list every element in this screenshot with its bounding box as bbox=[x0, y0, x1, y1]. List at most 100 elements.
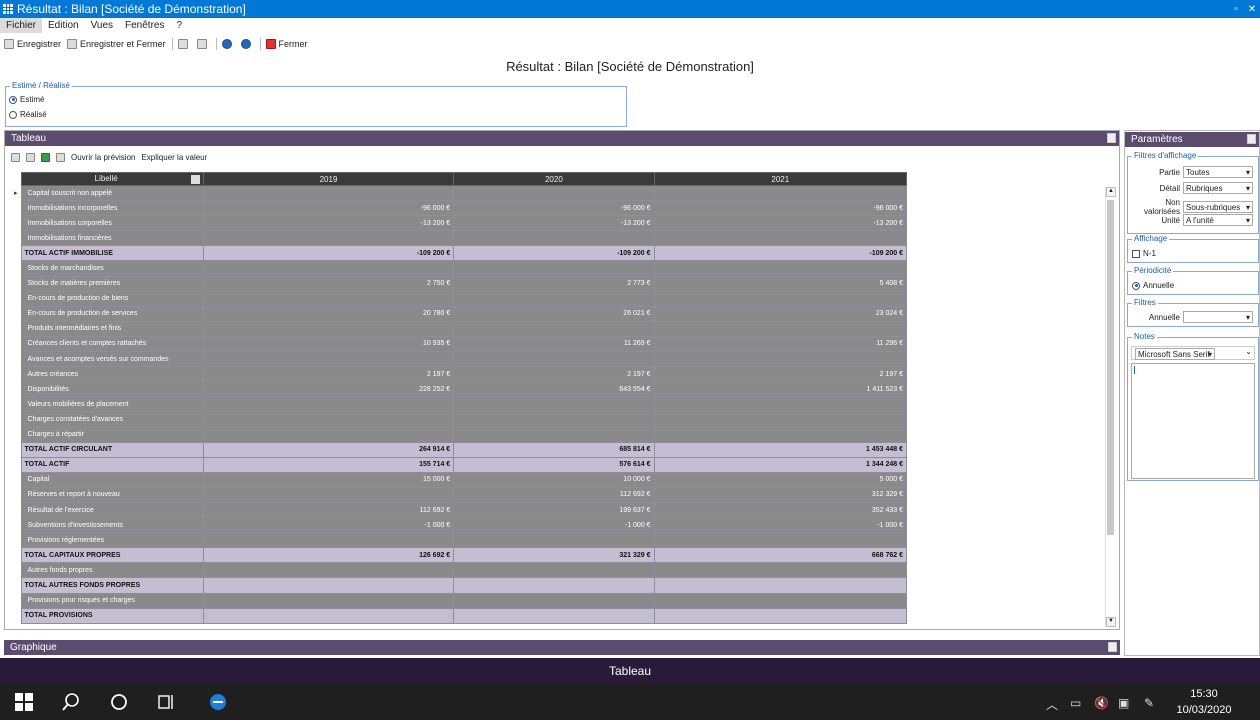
value-cell[interactable]: 112 692 € bbox=[453, 486, 655, 503]
row-label[interactable]: Stocks de marchandises bbox=[20, 260, 204, 277]
nonval-select[interactable]: Sous-rubriques bbox=[1183, 201, 1253, 213]
row-label[interactable]: Subventions d'investissements bbox=[20, 517, 204, 534]
value-cell[interactable] bbox=[653, 320, 908, 337]
scroll-up-icon[interactable]: ▲ bbox=[1106, 187, 1116, 197]
n1-checkbox[interactable] bbox=[1132, 249, 1140, 258]
row-label[interactable]: Provisions réglementées bbox=[20, 532, 204, 549]
row-selector[interactable] bbox=[11, 608, 22, 624]
table-row[interactable]: Autres créances 2 197 €2 197 €2 197 € bbox=[11, 366, 908, 383]
value-cell[interactable] bbox=[453, 290, 655, 307]
table-row[interactable]: En-cours de production de biens bbox=[11, 290, 908, 307]
value-cell[interactable]: -13 200 € bbox=[653, 215, 908, 232]
row-label[interactable]: Créances clients et comptes rattachés bbox=[20, 335, 204, 353]
explain-value-button[interactable]: Expliquer la valeur bbox=[141, 153, 207, 162]
row-label[interactable]: Avances et acomptes versés sur commandes bbox=[20, 351, 204, 368]
value-cell[interactable]: 15 000 € bbox=[202, 471, 455, 488]
value-cell[interactable]: 26 021 € bbox=[453, 305, 655, 322]
value-cell[interactable] bbox=[653, 562, 908, 579]
n1-checkbox-row[interactable]: N-1 bbox=[1132, 249, 1260, 258]
value-cell[interactable] bbox=[453, 351, 655, 368]
table-row[interactable]: Autres fonds propres bbox=[11, 562, 908, 579]
value-cell[interactable] bbox=[453, 320, 655, 337]
value-cell[interactable] bbox=[653, 290, 908, 307]
table-row[interactable]: Charges à répartir bbox=[11, 426, 908, 443]
value-cell[interactable] bbox=[453, 230, 655, 247]
value-cell[interactable]: -109 200 € bbox=[202, 245, 455, 262]
value-cell[interactable] bbox=[202, 320, 455, 337]
row-label[interactable]: TOTAL CAPITAUX PROPRES bbox=[20, 547, 204, 564]
row-selector[interactable] bbox=[11, 381, 22, 397]
table-row[interactable]: Résultat de l'exercice 112 692 €199 637 €… bbox=[11, 501, 908, 519]
value-cell[interactable] bbox=[453, 562, 655, 579]
row-selector[interactable] bbox=[11, 336, 22, 352]
row-selector[interactable] bbox=[11, 396, 22, 412]
row-selector[interactable] bbox=[11, 442, 22, 458]
value-cell[interactable] bbox=[453, 426, 655, 443]
value-cell[interactable]: 321 329 € bbox=[453, 547, 655, 564]
menu-vues[interactable]: Vues bbox=[85, 18, 119, 33]
row-label[interactable]: TOTAL AUTRES FONDS PROPRES bbox=[20, 577, 204, 594]
row-selector[interactable] bbox=[11, 472, 22, 488]
menu-help[interactable]: ? bbox=[170, 18, 188, 33]
value-cell[interactable]: 5 408 € bbox=[653, 275, 908, 292]
menu-fenetres[interactable]: Fenêtres bbox=[119, 18, 170, 33]
value-cell[interactable]: 112 692 € bbox=[202, 501, 455, 519]
value-cell[interactable] bbox=[453, 260, 655, 277]
column-header-2019[interactable]: 2019 bbox=[202, 172, 455, 186]
row-label[interactable]: Charges constatées d'avances bbox=[20, 411, 204, 428]
scroll-thumb[interactable] bbox=[1107, 200, 1114, 535]
row-selector[interactable]: ▸ bbox=[11, 185, 22, 201]
table-row[interactable]: Stocks de matières premières 2 750 €2 773… bbox=[11, 275, 908, 292]
value-cell[interactable]: -13 200 € bbox=[202, 215, 455, 232]
value-cell[interactable] bbox=[653, 184, 908, 202]
row-label[interactable]: TOTAL ACTIF CIRCULANT bbox=[20, 441, 204, 458]
value-cell[interactable] bbox=[653, 411, 908, 428]
table-row[interactable]: Subventions d'investissements -1 000 € -1 … bbox=[11, 517, 908, 534]
row-selector[interactable] bbox=[11, 215, 22, 231]
value-cell[interactable]: 576 614 € bbox=[453, 456, 655, 473]
pin-icon[interactable] bbox=[1247, 134, 1256, 144]
column-header-libelle[interactable]: Libellé bbox=[20, 172, 204, 186]
value-cell[interactable]: -96 000 € bbox=[653, 200, 908, 217]
windows-start-icon[interactable] bbox=[14, 692, 34, 712]
table-row[interactable]: En-cours de production de services 20 780… bbox=[11, 305, 908, 322]
row-label[interactable]: Charges à répartir bbox=[20, 426, 204, 443]
search-icon[interactable] bbox=[61, 692, 81, 712]
column-header-2020[interactable]: 2020 bbox=[453, 172, 655, 186]
radio-button[interactable] bbox=[9, 110, 17, 119]
print-preview-button[interactable] bbox=[196, 38, 210, 49]
row-selector[interactable] bbox=[11, 306, 22, 322]
value-cell[interactable] bbox=[202, 592, 455, 609]
pin-icon[interactable] bbox=[1108, 642, 1117, 652]
value-cell[interactable] bbox=[202, 260, 455, 277]
value-cell[interactable]: 23 024 € bbox=[653, 305, 908, 322]
value-cell[interactable]: 126 692 € bbox=[202, 547, 455, 564]
partie-select[interactable]: Toutes bbox=[1183, 166, 1253, 178]
row-selector[interactable] bbox=[11, 517, 22, 533]
pin-icon[interactable] bbox=[1107, 133, 1116, 143]
value-cell[interactable]: 2 197 € bbox=[453, 366, 655, 383]
save-button[interactable]: Enregistrer bbox=[4, 38, 61, 49]
value-cell[interactable]: 2 197 € bbox=[202, 366, 455, 383]
radio-button[interactable] bbox=[1132, 281, 1140, 290]
print-icon[interactable] bbox=[26, 153, 35, 162]
row-label[interactable]: Autres fonds propres bbox=[20, 562, 204, 579]
row-label[interactable]: En-cours de production de biens bbox=[20, 290, 204, 307]
value-cell[interactable]: 5 000 € bbox=[653, 471, 908, 488]
table-total-row[interactable]: TOTAL PROVISIONS bbox=[11, 607, 908, 624]
value-cell[interactable]: 1 344 248 € bbox=[653, 456, 908, 473]
value-cell[interactable]: -1 000 € bbox=[453, 517, 655, 534]
value-cell[interactable] bbox=[453, 532, 655, 549]
value-cell[interactable] bbox=[202, 532, 455, 549]
row-selector[interactable] bbox=[11, 532, 22, 548]
value-cell[interactable] bbox=[653, 260, 908, 277]
table-row[interactable]: Provisions réglementées bbox=[11, 532, 908, 549]
value-cell[interactable] bbox=[202, 396, 455, 413]
value-cell[interactable] bbox=[653, 396, 908, 413]
search-icon[interactable] bbox=[11, 153, 20, 162]
row-label[interactable]: Produits intermédiaires et finis bbox=[20, 320, 204, 337]
row-selector[interactable] bbox=[11, 260, 22, 277]
row-selector[interactable] bbox=[11, 502, 22, 518]
font-select[interactable]: Microsoft Sans Serif bbox=[1135, 348, 1215, 360]
row-label[interactable]: Capital souscrit non appelé bbox=[20, 184, 204, 202]
